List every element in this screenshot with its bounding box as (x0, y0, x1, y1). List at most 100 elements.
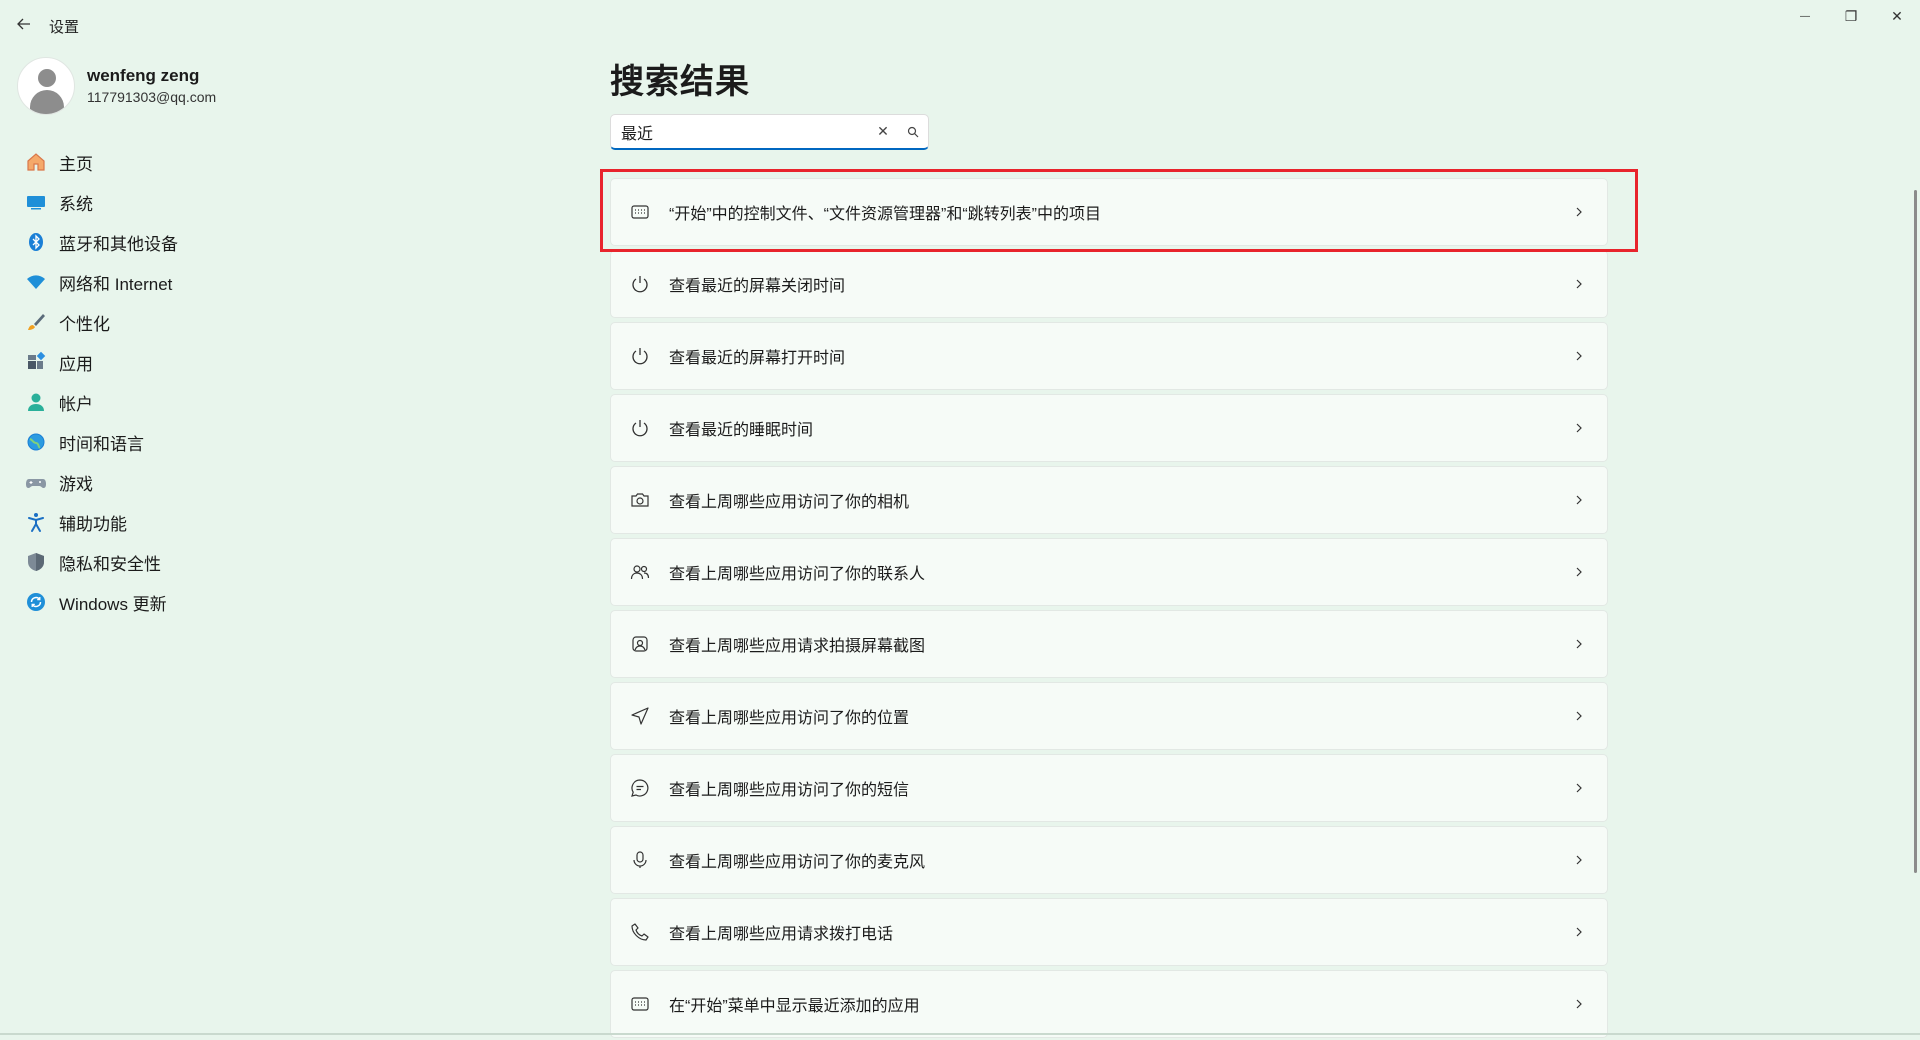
search-result-item[interactable]: 查看上周哪些应用访问了你的短信 (610, 754, 1608, 822)
sidebar-item-time-language[interactable]: 时间和语言 (17, 422, 347, 462)
avatar (17, 57, 75, 115)
account-icon (25, 391, 47, 413)
search-box[interactable]: ✕ (610, 114, 929, 150)
profile-email: 117791303@qq.com (87, 89, 217, 105)
user-profile[interactable]: wenfeng zeng 117791303@qq.com (17, 57, 216, 115)
restore-icon: ❐ (1844, 7, 1858, 24)
chevron-right-icon (1567, 632, 1591, 656)
sidebar-item-bluetooth[interactable]: 蓝牙和其他设备 (17, 222, 347, 262)
search-result-item[interactable]: 查看上周哪些应用请求拨打电话 (610, 898, 1608, 966)
power-icon (628, 416, 652, 440)
bottom-divider (0, 1033, 1920, 1035)
power-icon (628, 272, 652, 296)
screenshot-icon (628, 632, 652, 656)
scrollbar[interactable] (1914, 190, 1917, 873)
microphone-icon (628, 848, 652, 872)
chevron-right-icon (1567, 200, 1591, 224)
sidebar-item-apps[interactable]: 应用 (17, 342, 347, 382)
sidebar-item-label: 系统 (59, 194, 93, 214)
close-button[interactable]: ✕ (1874, 0, 1920, 32)
result-label: 查看最近的睡眠时间 (669, 422, 814, 439)
gamepad-icon (25, 471, 47, 493)
bluetooth-icon (25, 231, 47, 253)
search-result-item[interactable]: 查看最近的屏幕打开时间 (610, 322, 1608, 390)
minimize-icon: — (1800, 10, 1810, 22)
shield-icon (25, 551, 47, 573)
result-label: “开始”中的控制文件、“文件资源管理器”和“跳转列表”中的项目 (669, 206, 1101, 223)
sidebar-item-label: Windows 更新 (59, 594, 167, 614)
close-icon: ✕ (1891, 7, 1903, 24)
arrow-left-icon (17, 18, 30, 30)
chevron-right-icon (1567, 992, 1591, 1016)
camera-icon (628, 488, 652, 512)
chevron-right-icon (1567, 488, 1591, 512)
contacts-icon (628, 560, 652, 584)
result-label: 查看上周哪些应用访问了你的短信 (669, 782, 910, 799)
sidebar-item-label: 辅助功能 (59, 514, 127, 534)
sidebar-item-personalization[interactable]: 个性化 (17, 302, 347, 342)
sidebar-item-network[interactable]: 网络和 Internet (17, 262, 347, 302)
sidebar-item-label: 应用 (59, 354, 93, 374)
search-result-item[interactable]: “开始”中的控制文件、“文件资源管理器”和“跳转列表”中的项目 (610, 178, 1608, 246)
sidebar-item-gaming[interactable]: 游戏 (17, 462, 347, 502)
sidebar-item-label: 蓝牙和其他设备 (59, 234, 178, 254)
sidebar-item-system[interactable]: 系统 (17, 182, 347, 222)
chevron-right-icon (1567, 560, 1591, 584)
home-icon (25, 151, 47, 173)
sidebar-item-accounts[interactable]: 帐户 (17, 382, 347, 422)
result-label: 查看上周哪些应用访问了你的联系人 (669, 566, 926, 583)
sidebar-item-windows-update[interactable]: Windows 更新 (17, 582, 347, 622)
wifi-icon (25, 271, 47, 293)
start-menu-icon (628, 200, 652, 224)
search-result-item[interactable]: 查看最近的屏幕关闭时间 (610, 250, 1608, 318)
result-label: 查看最近的屏幕打开时间 (669, 350, 846, 367)
search-result-item[interactable]: 在“开始”菜单中显示最近添加的应用 (610, 970, 1608, 1038)
result-label: 查看最近的屏幕关闭时间 (669, 278, 846, 295)
search-input[interactable] (611, 122, 868, 141)
result-label: 查看上周哪些应用访问了你的相机 (669, 494, 910, 511)
sidebar-item-label: 时间和语言 (59, 434, 144, 454)
maximize-button[interactable]: ❐ (1828, 0, 1874, 32)
result-label: 在“开始”菜单中显示最近添加的应用 (669, 998, 920, 1015)
back-button[interactable] (12, 12, 36, 36)
result-label: 查看上周哪些应用请求拨打电话 (669, 926, 894, 943)
sidebar-item-label: 网络和 Internet (59, 274, 173, 294)
location-icon (628, 704, 652, 728)
sidebar-item-privacy[interactable]: 隐私和安全性 (17, 542, 347, 582)
accessibility-icon (25, 511, 47, 533)
search-result-item[interactable]: 查看上周哪些应用访问了你的相机 (610, 466, 1608, 534)
search-result-item[interactable]: 查看最近的睡眠时间 (610, 394, 1608, 462)
result-label: 查看上周哪些应用请求拍摄屏幕截图 (669, 638, 926, 655)
clear-search-button[interactable]: ✕ (868, 117, 898, 147)
message-icon (628, 776, 652, 800)
search-icon[interactable] (898, 117, 928, 147)
search-result-item[interactable]: 查看上周哪些应用请求拍摄屏幕截图 (610, 610, 1608, 678)
sidebar-item-label: 隐私和安全性 (59, 554, 161, 574)
apps-icon (25, 351, 47, 373)
search-result-item[interactable]: 查看上周哪些应用访问了你的麦克风 (610, 826, 1608, 894)
search-result-item[interactable]: 查看上周哪些应用访问了你的位置 (610, 682, 1608, 750)
sidebar-item-label: 主页 (59, 154, 93, 174)
chevron-right-icon (1567, 776, 1591, 800)
chevron-right-icon (1567, 920, 1591, 944)
search-results-list: “开始”中的控制文件、“文件资源管理器”和“跳转列表”中的项目 查看最近的屏幕关… (610, 178, 1608, 1040)
minimize-button[interactable]: — (1782, 0, 1828, 32)
sidebar-nav: 主页 系统 蓝牙和其他设备 网络和 Internet 个性化 应用 帐户 时间和… (17, 142, 347, 622)
phone-icon (628, 920, 652, 944)
close-icon: ✕ (877, 123, 889, 139)
power-icon (628, 344, 652, 368)
sidebar-item-accessibility[interactable]: 辅助功能 (17, 502, 347, 542)
app-title: 设置 (49, 19, 80, 36)
result-label: 查看上周哪些应用访问了你的麦克风 (669, 854, 926, 871)
sidebar-item-label: 帐户 (59, 394, 93, 414)
sidebar-item-label: 游戏 (59, 474, 93, 494)
title-bar: 设置 — ❐ ✕ (0, 0, 1920, 48)
chevron-right-icon (1567, 704, 1591, 728)
search-result-item[interactable]: 查看上周哪些应用访问了你的联系人 (610, 538, 1608, 606)
sidebar-item-home[interactable]: 主页 (17, 142, 347, 182)
update-icon (25, 591, 47, 613)
brush-icon (25, 311, 47, 333)
globe-clock-icon (25, 431, 47, 453)
chevron-right-icon (1567, 272, 1591, 296)
display-icon (25, 191, 47, 213)
